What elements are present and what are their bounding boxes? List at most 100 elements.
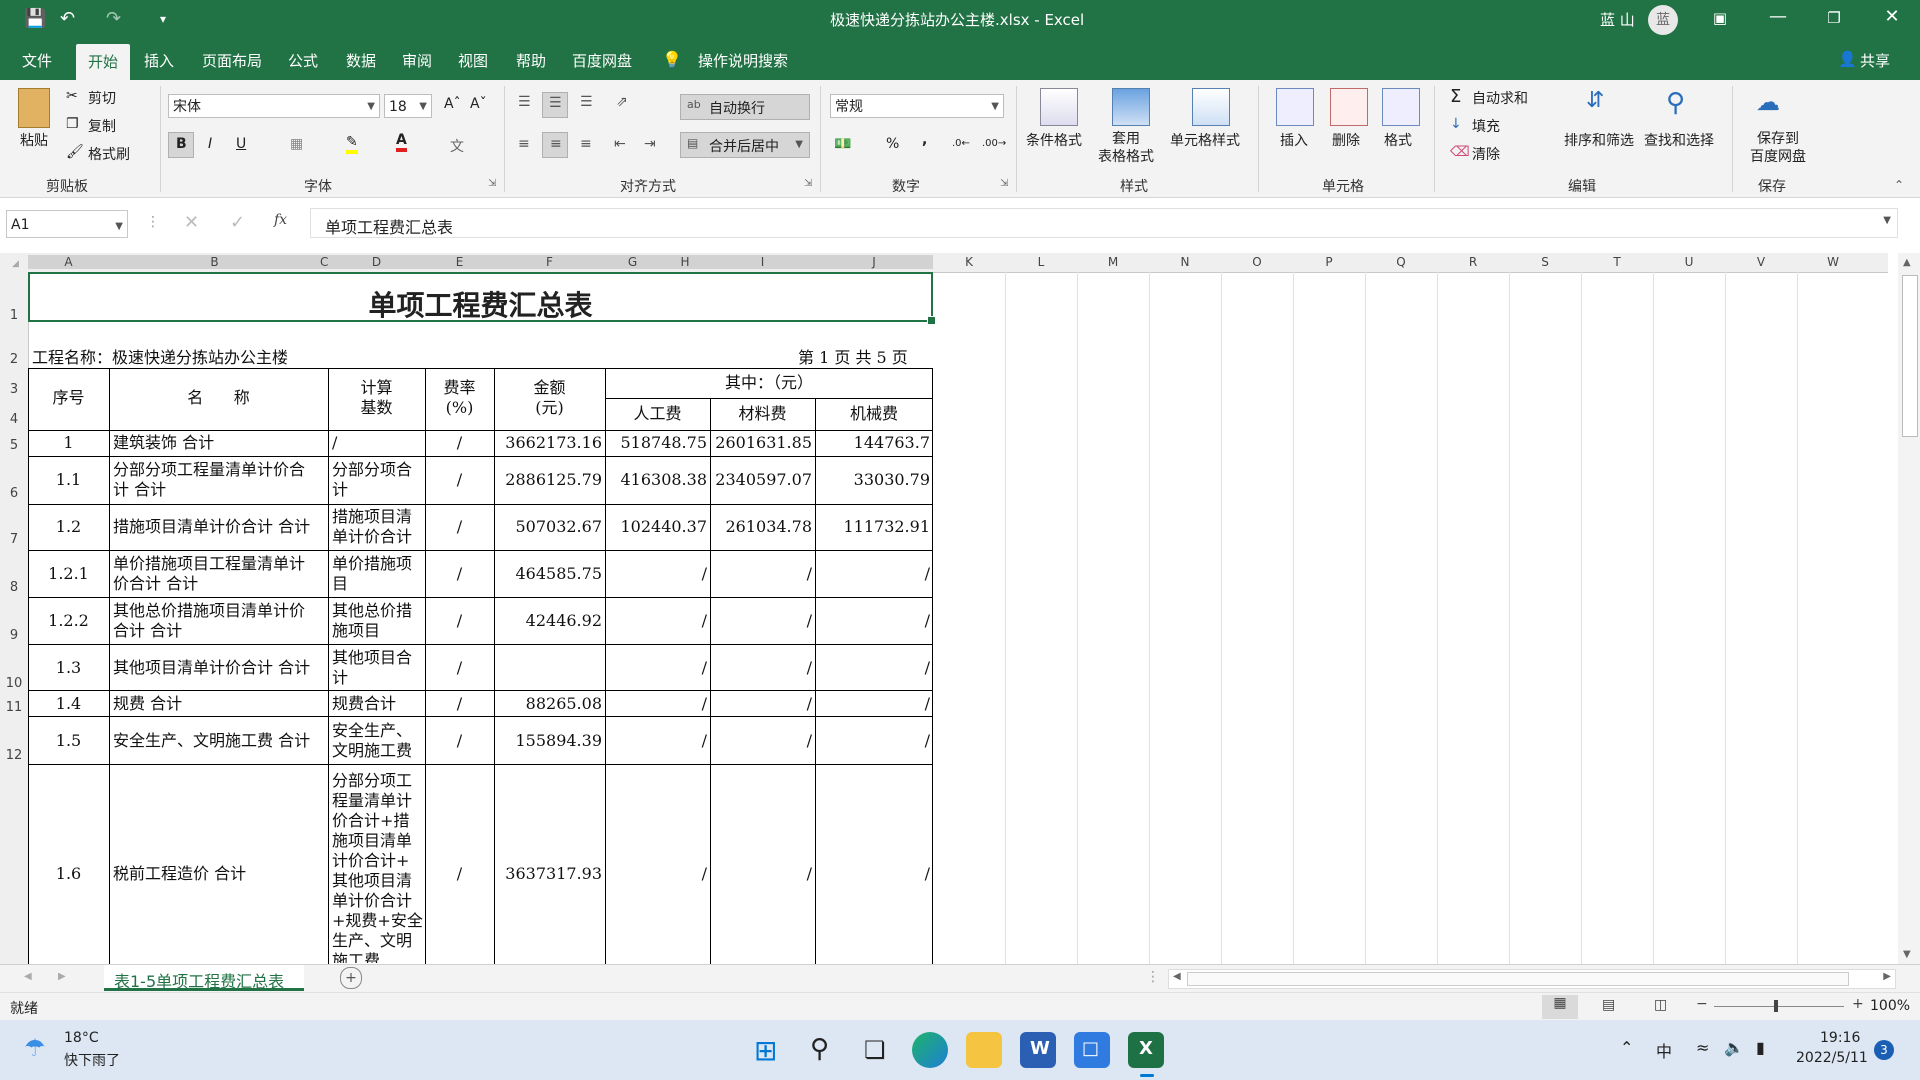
redo-icon[interactable]: ↷ <box>106 8 121 29</box>
zoom-slider[interactable] <box>1714 1000 1844 1012</box>
phonetic-icon[interactable]: 文 <box>450 136 464 156</box>
conditional-format-icon[interactable] <box>1040 88 1078 126</box>
ime-indicator[interactable]: 中 <box>1656 1038 1672 1062</box>
align-bottom-icon[interactable]: ☰ <box>580 94 593 110</box>
fill-color-icon[interactable]: ✎ <box>346 134 358 154</box>
delete-cells-button[interactable]: 删除 <box>1332 130 1360 150</box>
column-header[interactable]: L <box>1005 255 1077 269</box>
zoom-in-icon[interactable]: + <box>1852 996 1864 1012</box>
row-header[interactable]: 7 <box>0 532 28 547</box>
tab-insert[interactable]: 插入 <box>144 50 174 71</box>
column-header[interactable]: Q <box>1365 255 1437 269</box>
tab-page-layout[interactable]: 页面布局 <box>202 50 262 71</box>
row-header[interactable]: 2 <box>0 352 28 367</box>
clock-date[interactable]: 2022/5/11 <box>1796 1050 1868 1066</box>
column-header[interactable]: T <box>1581 255 1653 269</box>
row-header[interactable]: 8 <box>0 580 28 595</box>
ribbon-display-icon[interactable]: ▣ <box>1700 9 1740 27</box>
cell-styles-icon[interactable] <box>1192 88 1230 126</box>
align-right-icon[interactable]: ≡ <box>580 136 592 152</box>
copy-icon[interactable]: ❐ <box>66 116 79 132</box>
preview-app-icon[interactable]: □ <box>1074 1032 1110 1068</box>
scissors-icon[interactable]: ✂ <box>66 88 78 104</box>
sort-filter-button[interactable]: 排序和筛选 <box>1564 130 1634 150</box>
column-header[interactable]: W <box>1797 255 1869 269</box>
fill-button[interactable]: 填充 <box>1472 116 1500 136</box>
vertical-scroll-thumb[interactable] <box>1902 275 1918 437</box>
percent-button[interactable]: % <box>886 136 899 152</box>
tab-view[interactable]: 视图 <box>458 50 488 71</box>
row-header[interactable]: 12 <box>0 748 28 763</box>
row-header[interactable]: 1 <box>0 308 28 323</box>
currency-icon[interactable]: 💵 <box>834 136 851 152</box>
column-header[interactable]: O <box>1221 255 1293 269</box>
tell-me-search[interactable]: 操作说明搜索 <box>698 50 788 71</box>
name-box[interactable]: A1 ▼ <box>6 210 128 238</box>
font-dialog-launcher-icon[interactable]: ⇲ <box>488 178 496 189</box>
column-header[interactable]: A <box>28 255 109 269</box>
tab-help[interactable]: 帮助 <box>516 50 546 71</box>
formula-input[interactable]: 单项工程费汇总表 ▼ <box>310 208 1898 238</box>
delete-cells-icon[interactable] <box>1330 88 1368 126</box>
format-as-table-icon[interactable] <box>1112 88 1150 126</box>
collapse-ribbon-icon[interactable]: ⌃ <box>1894 178 1904 192</box>
column-header[interactable]: V <box>1725 255 1797 269</box>
align-middle-icon[interactable]: ☰ <box>542 92 568 118</box>
avatar[interactable]: 蓝 <box>1648 5 1678 35</box>
zoom-level[interactable]: 100% <box>1870 998 1910 1014</box>
fill-icon[interactable]: ↓ <box>1450 116 1462 132</box>
copy-button[interactable]: 复制 <box>88 116 116 136</box>
row-header[interactable]: 3 <box>0 382 28 397</box>
increase-decimal-icon[interactable]: .0← <box>952 138 970 149</box>
row-header[interactable]: 9 <box>0 628 28 643</box>
column-header[interactable]: G <box>605 255 660 269</box>
cancel-icon[interactable]: ✕ <box>184 212 199 233</box>
zoom-out-icon[interactable]: − <box>1696 996 1708 1012</box>
column-header[interactable]: S <box>1509 255 1581 269</box>
sheet-tab-active[interactable]: 表1-5单项工程费汇总表 <box>104 965 304 991</box>
format-as-table-button[interactable]: 套用 表格格式 <box>1098 130 1154 166</box>
format-painter-icon[interactable]: 🖌 <box>66 144 84 160</box>
next-sheet-icon[interactable]: ▶ <box>58 971 66 982</box>
chevron-up-icon[interactable]: ⌃ <box>1620 1038 1633 1057</box>
column-header[interactable]: B <box>109 255 320 269</box>
add-sheet-icon[interactable]: + <box>340 967 362 989</box>
column-header[interactable]: P <box>1293 255 1365 269</box>
notification-badge[interactable]: 3 <box>1874 1040 1894 1060</box>
cut-button[interactable]: 剪切 <box>88 88 116 108</box>
autosum-icon[interactable]: Σ <box>1450 86 1461 107</box>
excel-icon[interactable]: X <box>1128 1032 1164 1068</box>
format-cells-button[interactable]: 格式 <box>1384 130 1412 150</box>
tab-baidu[interactable]: 百度网盘 <box>572 50 632 71</box>
row-header[interactable]: 6 <box>0 486 28 501</box>
tab-data[interactable]: 数据 <box>346 50 376 71</box>
selected-cell-a1[interactable]: 单项工程费汇总表 <box>28 272 936 325</box>
format-cells-icon[interactable] <box>1382 88 1420 126</box>
wifi-icon[interactable]: ≈ <box>1696 1038 1709 1057</box>
insert-cells-button[interactable]: 插入 <box>1280 130 1308 150</box>
column-header[interactable]: H <box>660 255 710 269</box>
column-header[interactable]: U <box>1653 255 1725 269</box>
wrap-text-button[interactable]: 自动换行 ab <box>680 94 810 120</box>
save-icon[interactable]: 💾 <box>24 8 46 29</box>
close-icon[interactable]: ✕ <box>1872 6 1912 27</box>
fill-handle[interactable] <box>927 316 936 325</box>
column-header[interactable]: E <box>425 255 494 269</box>
restore-icon[interactable]: ❐ <box>1814 9 1854 27</box>
increase-font-icon[interactable]: Aˆ <box>444 96 461 112</box>
column-header[interactable]: K <box>933 255 1005 269</box>
increase-indent-icon[interactable]: ⇥ <box>644 136 656 152</box>
undo-icon[interactable]: ↶ <box>60 8 75 29</box>
row-header[interactable]: 5 <box>0 438 28 453</box>
column-header[interactable]: I <box>710 255 815 269</box>
page-layout-view-icon[interactable]: ▤ <box>1602 997 1615 1013</box>
conditional-format-button[interactable]: 条件格式 <box>1026 130 1082 150</box>
font-color-icon[interactable]: A <box>396 132 407 152</box>
comma-button[interactable]: , <box>922 132 927 148</box>
insert-function-icon[interactable]: fx <box>274 212 287 228</box>
clear-button[interactable]: 清除 <box>1472 144 1500 164</box>
paste-button[interactable]: 粘贴 <box>20 130 48 150</box>
row-header[interactable]: 10 <box>0 676 28 691</box>
find-select-icon[interactable]: ⚲ <box>1666 88 1702 124</box>
customize-qat-icon[interactable]: ▾ <box>160 12 166 26</box>
